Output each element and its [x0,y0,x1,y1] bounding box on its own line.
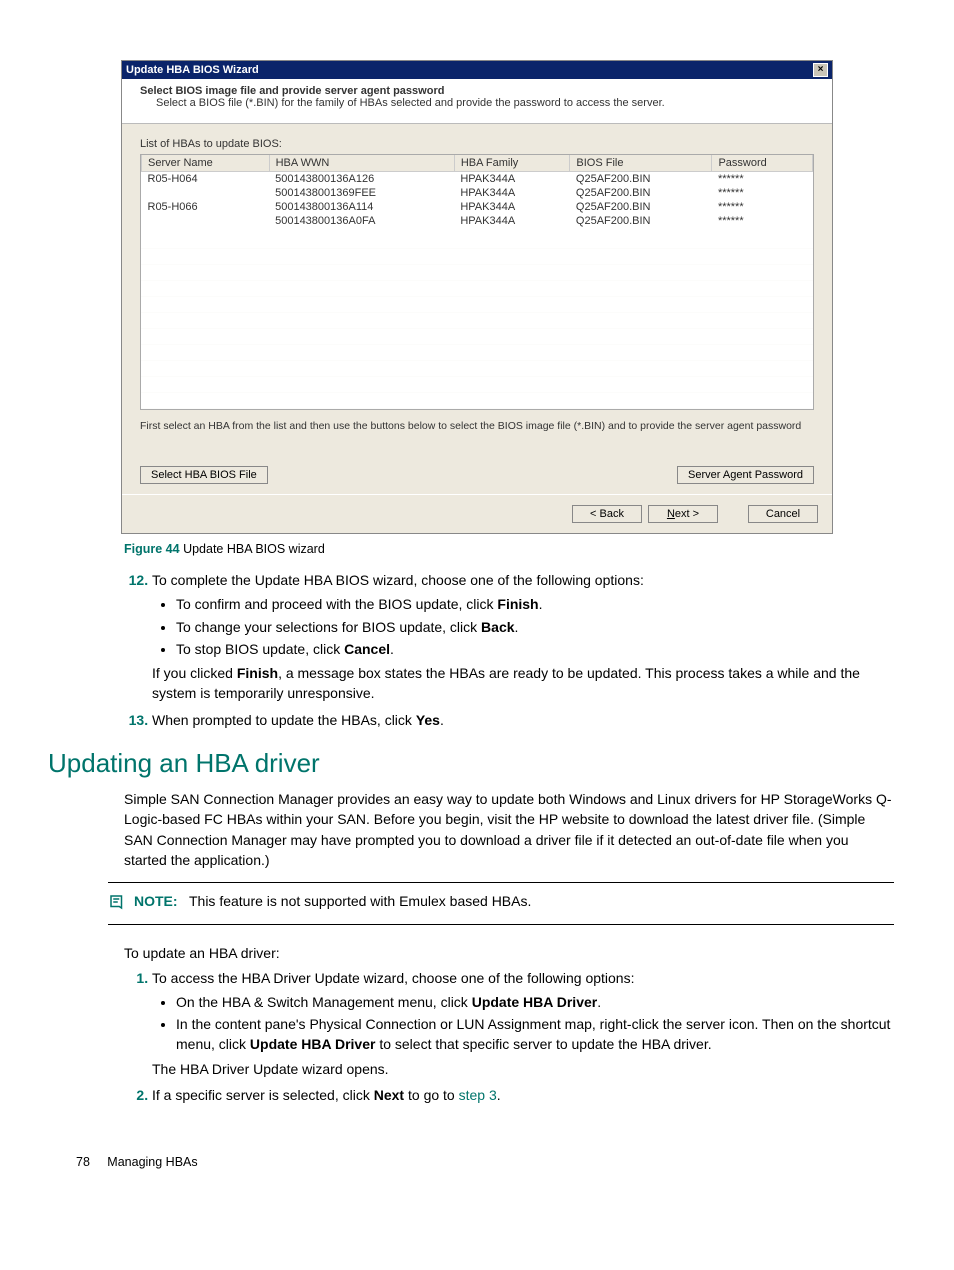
list-item: To confirm and proceed with the BIOS upd… [176,594,894,614]
wizard-header-subtitle: Select a BIOS file (*.BIN) for the famil… [140,97,814,109]
figure-number: Figure 44 [124,542,180,556]
instruction-text: First select an HBA from the list and th… [140,420,814,432]
list-item: To change your selections for BIOS updat… [176,617,894,637]
list-label: List of HBAs to update BIOS: [140,138,814,150]
wizard-title: Update HBA BIOS Wizard [126,64,259,76]
list-item: In the content pane's Physical Connectio… [176,1014,894,1055]
procedure-steps-a: To complete the Update HBA BIOS wizard, … [124,570,906,730]
next-button[interactable]: Next > [648,505,718,523]
wizard-footer: < Back Next > Cancel [122,494,832,533]
hba-table[interactable]: Server Name HBA WWN HBA Family BIOS File… [140,154,814,410]
figure-text: Update HBA BIOS wizard [183,542,325,556]
step-3-link[interactable]: step 3 [459,1087,497,1103]
note-block: NOTE: This feature is not supported with… [108,882,894,925]
col-password[interactable]: Password [712,155,813,172]
col-wwn[interactable]: HBA WWN [269,155,454,172]
page-footer: 78 Managing HBAs [48,1155,906,1169]
table-row[interactable]: 500143800136A0FA HPAK344A Q25AF200.BIN *… [142,214,813,228]
wizard-header-title: Select BIOS image file and provide serve… [140,85,814,97]
table-empty-area [141,233,813,409]
page-number: 78 [76,1155,90,1169]
close-icon[interactable]: × [813,63,828,77]
step-2: If a specific server is selected, click … [152,1085,894,1105]
table-row[interactable]: 5001438001369FEE HPAK344A Q25AF200.BIN *… [142,186,813,200]
list-item: On the HBA & Switch Management menu, cli… [176,992,894,1012]
col-server[interactable]: Server Name [142,155,270,172]
step-1: To access the HBA Driver Update wizard, … [152,968,894,1079]
step-note: The HBA Driver Update wizard opens. [152,1059,894,1079]
table-row[interactable]: R05-H064 500143800136A126 HPAK344A Q25AF… [142,172,813,187]
step-note: If you clicked Finish, a message box sta… [152,663,894,704]
server-agent-password-button[interactable]: Server Agent Password [677,466,814,484]
lead-in: To update an HBA driver: [124,943,894,963]
list-item: To stop BIOS update, click Cancel. [176,639,894,659]
note-text: This feature is not supported with Emule… [189,893,531,909]
wizard-header: Select BIOS image file and provide serve… [122,79,832,124]
note-icon [108,893,126,914]
step-12: To complete the Update HBA BIOS wizard, … [152,570,894,704]
section-paragraph: Simple SAN Connection Manager provides a… [124,789,894,870]
footer-title: Managing HBAs [107,1155,197,1169]
wizard-dialog: Update HBA BIOS Wizard × Select BIOS ima… [121,60,833,534]
step-13: When prompted to update the HBAs, click … [152,710,894,730]
section-heading: Updating an HBA driver [48,748,906,779]
wizard-titlebar: Update HBA BIOS Wizard × [122,61,832,79]
col-file[interactable]: BIOS File [570,155,712,172]
cancel-button[interactable]: Cancel [748,505,818,523]
col-family[interactable]: HBA Family [454,155,570,172]
figure-caption: Figure 44 Update HBA BIOS wizard [124,542,906,556]
select-bios-file-button[interactable]: Select HBA BIOS File [140,466,268,484]
back-button[interactable]: < Back [572,505,642,523]
note-label: NOTE: [134,893,178,909]
procedure-steps-b: To access the HBA Driver Update wizard, … [124,968,906,1106]
table-row[interactable]: R05-H066 500143800136A114 HPAK344A Q25AF… [142,200,813,214]
